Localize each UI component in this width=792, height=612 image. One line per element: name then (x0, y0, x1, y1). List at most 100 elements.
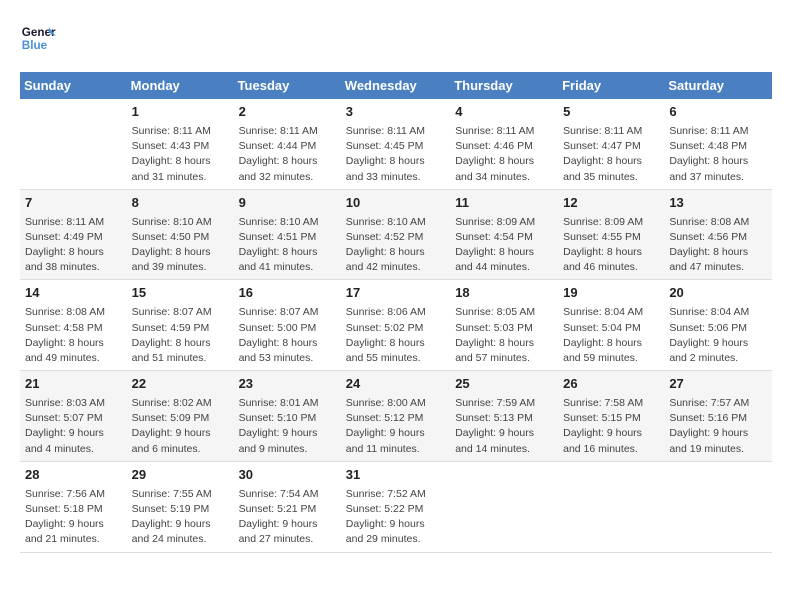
day-info: Sunrise: 8:11 AM Sunset: 4:48 PM Dayligh… (669, 124, 767, 185)
calendar-cell: 24 Sunrise: 8:00 AM Sunset: 5:12 PM Dayli… (341, 371, 450, 462)
day-number: 10 (346, 194, 445, 213)
day-number: 16 (239, 284, 336, 303)
calendar-cell: 5Sunrise: 8:11 AM Sunset: 4:47 PM Daylig… (558, 99, 664, 189)
calendar-cell (450, 461, 558, 552)
day-number: 30 (239, 466, 336, 485)
svg-text:Blue: Blue (22, 39, 48, 52)
day-info: Sunrise: 7:52 AM Sunset: 5:22 PM Dayligh… (346, 487, 445, 548)
day-info: Sunrise: 8:10 AM Sunset: 4:50 PM Dayligh… (132, 215, 229, 276)
calendar-cell: 22 Sunrise: 8:02 AM Sunset: 5:09 PM Dayli… (127, 371, 234, 462)
calendar-cell: 2 Sunrise: 8:11 AM Sunset: 4:44 PM Daylig… (234, 99, 341, 189)
calendar-cell: 25 Sunrise: 7:59 AM Sunset: 5:13 PM Dayli… (450, 371, 558, 462)
calendar-cell: 27 Sunrise: 7:57 AM Sunset: 5:16 PM Dayli… (664, 371, 772, 462)
calendar-cell (20, 99, 127, 189)
calendar-cell: 29Sunrise: 7:55 AM Sunset: 5:19 PM Dayli… (127, 461, 234, 552)
day-number: 3 (346, 103, 445, 122)
week-row-1: 1Sunrise: 8:11 AM Sunset: 4:43 PM Daylig… (20, 99, 772, 189)
day-number: 19 (563, 284, 659, 303)
day-number: 9 (239, 194, 336, 213)
calendar-cell: 21 Sunrise: 8:03 AM Sunset: 5:07 PM Dayli… (20, 371, 127, 462)
day-info: Sunrise: 8:05 AM Sunset: 5:03 PM Dayligh… (455, 305, 553, 366)
calendar-cell: 7Sunrise: 8:11 AM Sunset: 4:49 PM Daylig… (20, 189, 127, 280)
day-info: Sunrise: 8:07 AM Sunset: 5:00 PM Dayligh… (239, 305, 336, 366)
day-info: Sunrise: 8:04 AM Sunset: 5:04 PM Dayligh… (563, 305, 659, 366)
day-number: 12 (563, 194, 659, 213)
day-number: 28 (25, 466, 122, 485)
weekday-header-friday: Friday (558, 72, 664, 99)
day-info: Sunrise: 8:01 AM Sunset: 5:10 PM Dayligh… (239, 396, 336, 457)
day-number: 22 (132, 375, 229, 394)
day-number: 25 (455, 375, 553, 394)
calendar-cell: 16 Sunrise: 8:07 AM Sunset: 5:00 PM Dayli… (234, 280, 341, 371)
day-number: 20 (669, 284, 767, 303)
calendar-cell (664, 461, 772, 552)
day-info: Sunrise: 8:08 AM Sunset: 4:56 PM Dayligh… (669, 215, 767, 276)
day-info: Sunrise: 8:07 AM Sunset: 4:59 PM Dayligh… (132, 305, 229, 366)
day-info: Sunrise: 8:09 AM Sunset: 4:55 PM Dayligh… (563, 215, 659, 276)
calendar-cell: 11Sunrise: 8:09 AM Sunset: 4:54 PM Dayli… (450, 189, 558, 280)
calendar-cell: 12 Sunrise: 8:09 AM Sunset: 4:55 PM Dayli… (558, 189, 664, 280)
day-number: 6 (669, 103, 767, 122)
day-info: Sunrise: 8:11 AM Sunset: 4:43 PM Dayligh… (132, 124, 229, 185)
calendar-cell (558, 461, 664, 552)
day-number: 23 (239, 375, 336, 394)
day-info: Sunrise: 7:59 AM Sunset: 5:13 PM Dayligh… (455, 396, 553, 457)
day-number: 14 (25, 284, 122, 303)
calendar-cell: 8 Sunrise: 8:10 AM Sunset: 4:50 PM Daylig… (127, 189, 234, 280)
day-info: Sunrise: 8:11 AM Sunset: 4:44 PM Dayligh… (239, 124, 336, 185)
calendar-cell: 14 Sunrise: 8:08 AM Sunset: 4:58 PM Dayli… (20, 280, 127, 371)
calendar-cell: 26Sunrise: 7:58 AM Sunset: 5:15 PM Dayli… (558, 371, 664, 462)
calendar-cell: 4 Sunrise: 8:11 AM Sunset: 4:46 PM Daylig… (450, 99, 558, 189)
week-row-4: 21 Sunrise: 8:03 AM Sunset: 5:07 PM Dayli… (20, 371, 772, 462)
week-row-5: 28Sunrise: 7:56 AM Sunset: 5:18 PM Dayli… (20, 461, 772, 552)
day-number: 8 (132, 194, 229, 213)
day-number: 21 (25, 375, 122, 394)
day-number: 24 (346, 375, 445, 394)
day-info: Sunrise: 7:57 AM Sunset: 5:16 PM Dayligh… (669, 396, 767, 457)
week-row-3: 14 Sunrise: 8:08 AM Sunset: 4:58 PM Dayli… (20, 280, 772, 371)
calendar-cell: 6 Sunrise: 8:11 AM Sunset: 4:48 PM Daylig… (664, 99, 772, 189)
day-info: Sunrise: 8:03 AM Sunset: 5:07 PM Dayligh… (25, 396, 122, 457)
calendar-cell: 17Sunrise: 8:06 AM Sunset: 5:02 PM Dayli… (341, 280, 450, 371)
day-info: Sunrise: 8:08 AM Sunset: 4:58 PM Dayligh… (25, 305, 122, 366)
logo-icon: General Blue (20, 20, 56, 56)
weekday-header-tuesday: Tuesday (234, 72, 341, 99)
weekday-header-wednesday: Wednesday (341, 72, 450, 99)
calendar-cell: 20 Sunrise: 8:04 AM Sunset: 5:06 PM Dayli… (664, 280, 772, 371)
calendar-cell: 19 Sunrise: 8:04 AM Sunset: 5:04 PM Dayli… (558, 280, 664, 371)
day-number: 27 (669, 375, 767, 394)
day-number: 5 (563, 103, 659, 122)
day-number: 15 (132, 284, 229, 303)
calendar-cell: 23 Sunrise: 8:01 AM Sunset: 5:10 PM Dayli… (234, 371, 341, 462)
day-info: Sunrise: 8:11 AM Sunset: 4:46 PM Dayligh… (455, 124, 553, 185)
calendar-cell: 10 Sunrise: 8:10 AM Sunset: 4:52 PM Dayli… (341, 189, 450, 280)
weekday-header-sunday: Sunday (20, 72, 127, 99)
calendar-cell: 1Sunrise: 8:11 AM Sunset: 4:43 PM Daylig… (127, 99, 234, 189)
calendar-cell: 18 Sunrise: 8:05 AM Sunset: 5:03 PM Dayli… (450, 280, 558, 371)
calendar-cell: 9 Sunrise: 8:10 AM Sunset: 4:51 PM Daylig… (234, 189, 341, 280)
day-info: Sunrise: 8:09 AM Sunset: 4:54 PM Dayligh… (455, 215, 553, 276)
weekday-header-monday: Monday (127, 72, 234, 99)
day-number: 31 (346, 466, 445, 485)
weekday-header-saturday: Saturday (664, 72, 772, 99)
day-info: Sunrise: 8:02 AM Sunset: 5:09 PM Dayligh… (132, 396, 229, 457)
page-header: General Blue (20, 20, 772, 56)
calendar-cell: 3 Sunrise: 8:11 AM Sunset: 4:45 PM Daylig… (341, 99, 450, 189)
day-number: 26 (563, 375, 659, 394)
day-number: 18 (455, 284, 553, 303)
calendar-cell: 13 Sunrise: 8:08 AM Sunset: 4:56 PM Dayli… (664, 189, 772, 280)
day-number: 13 (669, 194, 767, 213)
day-number: 7 (25, 194, 122, 213)
week-row-2: 7Sunrise: 8:11 AM Sunset: 4:49 PM Daylig… (20, 189, 772, 280)
day-info: Sunrise: 8:11 AM Sunset: 4:45 PM Dayligh… (346, 124, 445, 185)
day-info: Sunrise: 8:04 AM Sunset: 5:06 PM Dayligh… (669, 305, 767, 366)
day-info: Sunrise: 8:10 AM Sunset: 4:51 PM Dayligh… (239, 215, 336, 276)
calendar-cell: 15 Sunrise: 8:07 AM Sunset: 4:59 PM Dayli… (127, 280, 234, 371)
calendar-cell: 30 Sunrise: 7:54 AM Sunset: 5:21 PM Dayli… (234, 461, 341, 552)
day-number: 4 (455, 103, 553, 122)
day-info: Sunrise: 8:10 AM Sunset: 4:52 PM Dayligh… (346, 215, 445, 276)
logo: General Blue (20, 20, 56, 56)
day-info: Sunrise: 7:54 AM Sunset: 5:21 PM Dayligh… (239, 487, 336, 548)
day-number: 2 (239, 103, 336, 122)
day-info: Sunrise: 8:00 AM Sunset: 5:12 PM Dayligh… (346, 396, 445, 457)
